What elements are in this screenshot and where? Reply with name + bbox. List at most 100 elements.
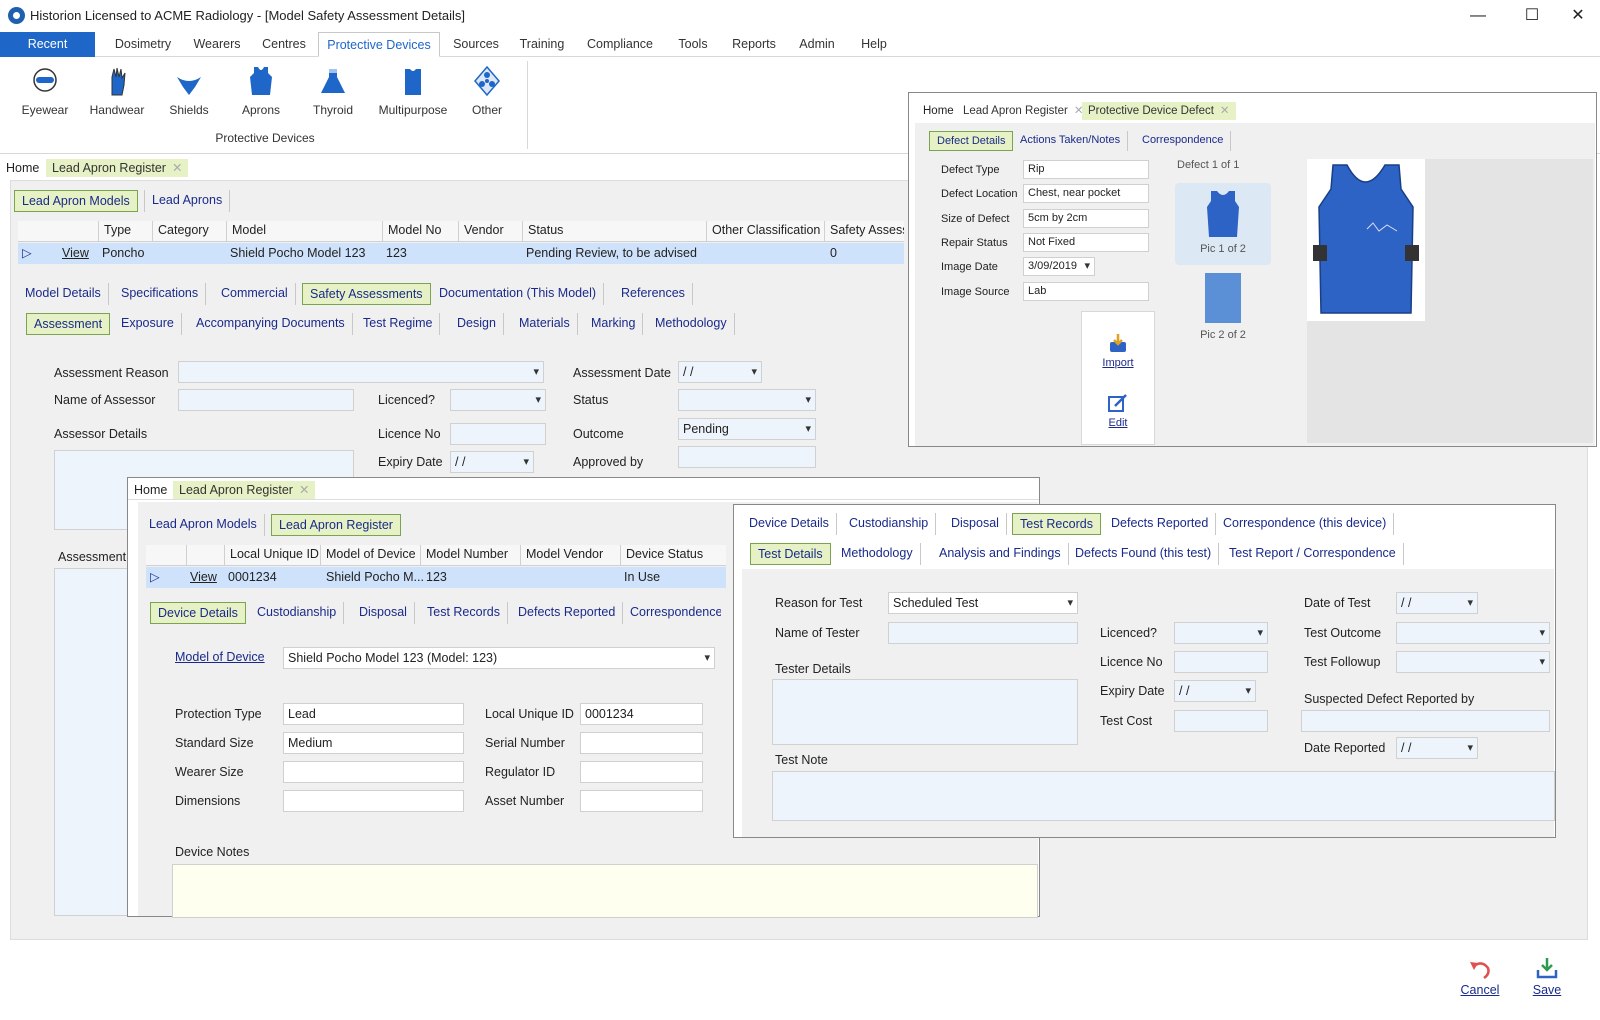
menu-recent[interactable]: Recent [0, 32, 95, 57]
repair-status-input[interactable]: Not Fixed [1023, 233, 1149, 252]
minimize-button[interactable]: — [1456, 4, 1500, 28]
status-select[interactable] [678, 389, 816, 411]
defect-type-input[interactable]: Rip [1023, 160, 1149, 179]
test-cost-input[interactable] [1174, 710, 1268, 732]
date-reported-picker[interactable]: / / [1396, 737, 1478, 759]
menu-compliance[interactable]: Compliance [584, 32, 656, 57]
view-link[interactable]: View [190, 570, 217, 584]
edit-button[interactable]: Edit [1082, 392, 1154, 429]
device-subtab-models[interactable]: Lead Apron Models [142, 514, 265, 536]
save-button[interactable]: Save [1522, 956, 1572, 997]
ribbon-handwear-button[interactable]: Handwear [84, 65, 150, 117]
menu-dosimetry[interactable]: Dosimetry [108, 32, 178, 57]
serial-number-input[interactable] [580, 732, 703, 754]
close-tab-icon[interactable]: ✕ [299, 483, 309, 497]
tab-test-regime[interactable]: Test Regime [356, 313, 441, 335]
device-tab-details[interactable]: Device Details [150, 602, 246, 624]
menu-training[interactable]: Training [514, 32, 570, 57]
test-tab-device-details[interactable]: Device Details [742, 513, 837, 535]
assessment-reason-select[interactable] [178, 361, 544, 383]
menu-tools[interactable]: Tools [668, 32, 718, 57]
defect-tab-register[interactable]: Lead Apron Register ✕ [957, 102, 1090, 120]
outcome-select[interactable]: Pending [678, 418, 816, 440]
tab-assessment[interactable]: Assessment [26, 313, 111, 335]
pic-2-thumbnail[interactable]: Pic 2 of 2 [1175, 273, 1271, 349]
asset-number-input[interactable] [580, 790, 703, 812]
tab-design[interactable]: Design [450, 313, 504, 335]
tab-model-details[interactable]: Model Details [18, 283, 109, 305]
close-tab-icon[interactable]: ✕ [1220, 105, 1230, 117]
defect-subtab-actions[interactable]: Actions Taken/Notes [1013, 131, 1129, 151]
pic-1-thumbnail[interactable]: Pic 1 of 2 [1175, 183, 1271, 265]
menu-wearers[interactable]: Wearers [186, 32, 248, 57]
assessment-textarea[interactable] [54, 568, 130, 916]
ribbon-eyewear-button[interactable]: Eyewear [12, 65, 78, 117]
defect-subtab-correspondence[interactable]: Correspondence [1135, 131, 1232, 151]
ribbon-shields-button[interactable]: Shields [156, 65, 222, 117]
ribbon-aprons-button[interactable]: Aprons [228, 65, 294, 117]
device-tab-disposal[interactable]: Disposal [352, 602, 415, 624]
test-licence-no-input[interactable] [1174, 651, 1268, 673]
standard-size-input[interactable]: Medium [283, 732, 464, 754]
test-licenced-select[interactable] [1174, 622, 1268, 644]
close-button[interactable]: ✕ [1556, 4, 1600, 28]
defect-tab-defect[interactable]: Protective Device Defect ✕ [1082, 102, 1236, 120]
licence-no-input[interactable] [450, 423, 546, 445]
licenced-select[interactable] [450, 389, 546, 411]
suspected-defect-input[interactable] [1301, 710, 1550, 732]
test-tab-custodianship[interactable]: Custodianship [842, 513, 937, 535]
regulator-id-input[interactable] [580, 761, 703, 783]
menu-centres[interactable]: Centres [256, 32, 312, 57]
menu-admin[interactable]: Admin [792, 32, 842, 57]
date-of-test-picker[interactable]: / / [1396, 592, 1478, 614]
tester-details-textarea[interactable] [772, 679, 1078, 745]
device-tab-test-records[interactable]: Test Records [420, 602, 508, 624]
subtab-lead-apron-models[interactable]: Lead Apron Models [14, 190, 138, 212]
assessment-date-picker[interactable]: / / [678, 361, 762, 383]
test-tab-disposal[interactable]: Disposal [944, 513, 1007, 535]
expiry-date-picker[interactable]: / / [450, 451, 534, 473]
device-tab-custodianship[interactable]: Custodianship [250, 602, 345, 624]
image-source-input[interactable]: Lab [1023, 282, 1149, 301]
ribbon-thyroid-button[interactable]: Thyroid [300, 65, 366, 117]
test-outcome-select[interactable] [1396, 622, 1550, 644]
menu-reports[interactable]: Reports [728, 32, 780, 57]
test-tab-test-records[interactable]: Test Records [1012, 513, 1101, 535]
import-button[interactable]: Import [1082, 332, 1154, 369]
row-expand-icon[interactable]: ▷ [22, 245, 32, 260]
tab-commercial[interactable]: Commercial [214, 283, 296, 305]
reason-for-test-select[interactable]: Scheduled Test [888, 592, 1078, 614]
maximize-button[interactable]: ☐ [1510, 4, 1554, 28]
tab-references[interactable]: References [614, 283, 693, 305]
dimensions-input[interactable] [283, 790, 464, 812]
ribbon-other-button[interactable]: Other [454, 65, 520, 117]
tab-materials[interactable]: Materials [512, 313, 578, 335]
tab-defects-found[interactable]: Defects Found (this test) [1068, 543, 1220, 565]
test-followup-select[interactable] [1396, 651, 1550, 673]
tab-test-details[interactable]: Test Details [750, 543, 831, 565]
model-of-device-select[interactable]: Shield Pocho Model 123 (Model: 123) [283, 647, 715, 669]
tab-documentation[interactable]: Documentation (This Model) [432, 283, 605, 305]
device-tab-home[interactable]: Home [128, 481, 173, 499]
defect-location-input[interactable]: Chest, near pocket [1023, 184, 1149, 203]
tab-test-methodology[interactable]: Methodology [834, 543, 921, 565]
close-tab-icon[interactable]: ✕ [172, 161, 182, 175]
name-of-tester-input[interactable] [888, 622, 1078, 644]
protection-type-input[interactable]: Lead [283, 703, 464, 725]
approved-by-input[interactable] [678, 446, 816, 468]
row-expand-icon[interactable]: ▷ [150, 569, 160, 584]
view-link[interactable]: View [62, 246, 89, 260]
defect-subtab-details[interactable]: Defect Details [929, 131, 1014, 151]
tab-analysis-findings[interactable]: Analysis and Findings [932, 543, 1069, 565]
local-unique-id-input[interactable]: 0001234 [580, 703, 703, 725]
table-row[interactable]: ▷ View 0001234 Shield Pocho M... 123 In … [146, 567, 726, 588]
tab-exposure[interactable]: Exposure [114, 313, 182, 335]
tab-test-report[interactable]: Test Report / Correspondence [1222, 543, 1404, 565]
test-expiry-picker[interactable]: / / [1174, 680, 1256, 702]
tab-safety-assessments[interactable]: Safety Assessments [302, 283, 431, 305]
model-of-device-link[interactable]: Model of Device [175, 650, 265, 664]
tab-specifications[interactable]: Specifications [114, 283, 207, 305]
tab-marking[interactable]: Marking [584, 313, 644, 335]
name-of-assessor-input[interactable] [178, 389, 354, 411]
device-notes-textarea[interactable] [172, 864, 1038, 918]
